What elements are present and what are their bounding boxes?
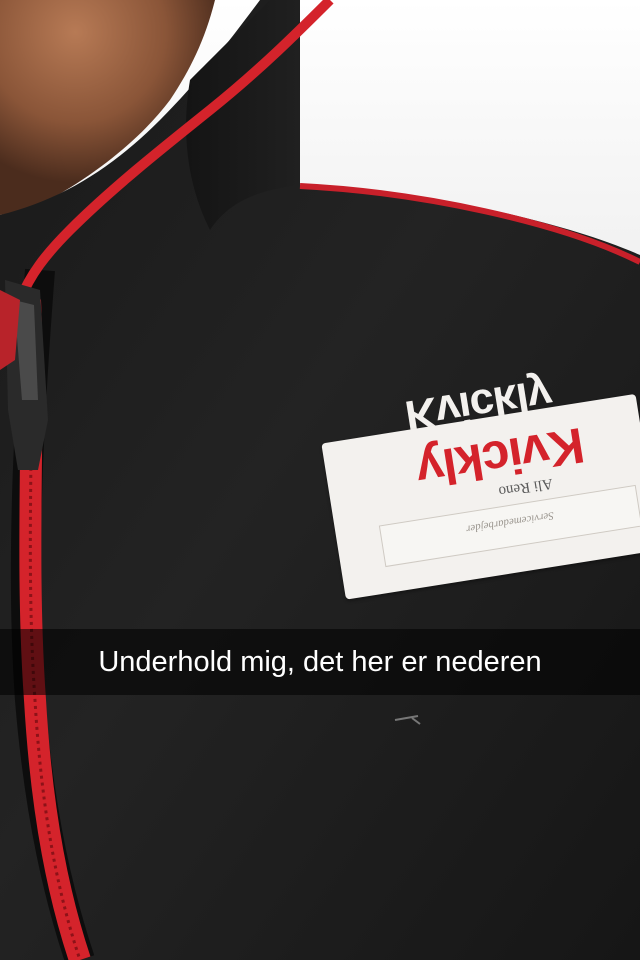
snap-caption-text: Underhold mig, det her er nederen xyxy=(98,645,542,678)
snap-caption-bar[interactable]: Underhold mig, det her er nederen xyxy=(0,629,640,695)
snap-photo[interactable]: Kvickly Kvickly Ali Reno Servicemedarbej… xyxy=(0,0,640,960)
